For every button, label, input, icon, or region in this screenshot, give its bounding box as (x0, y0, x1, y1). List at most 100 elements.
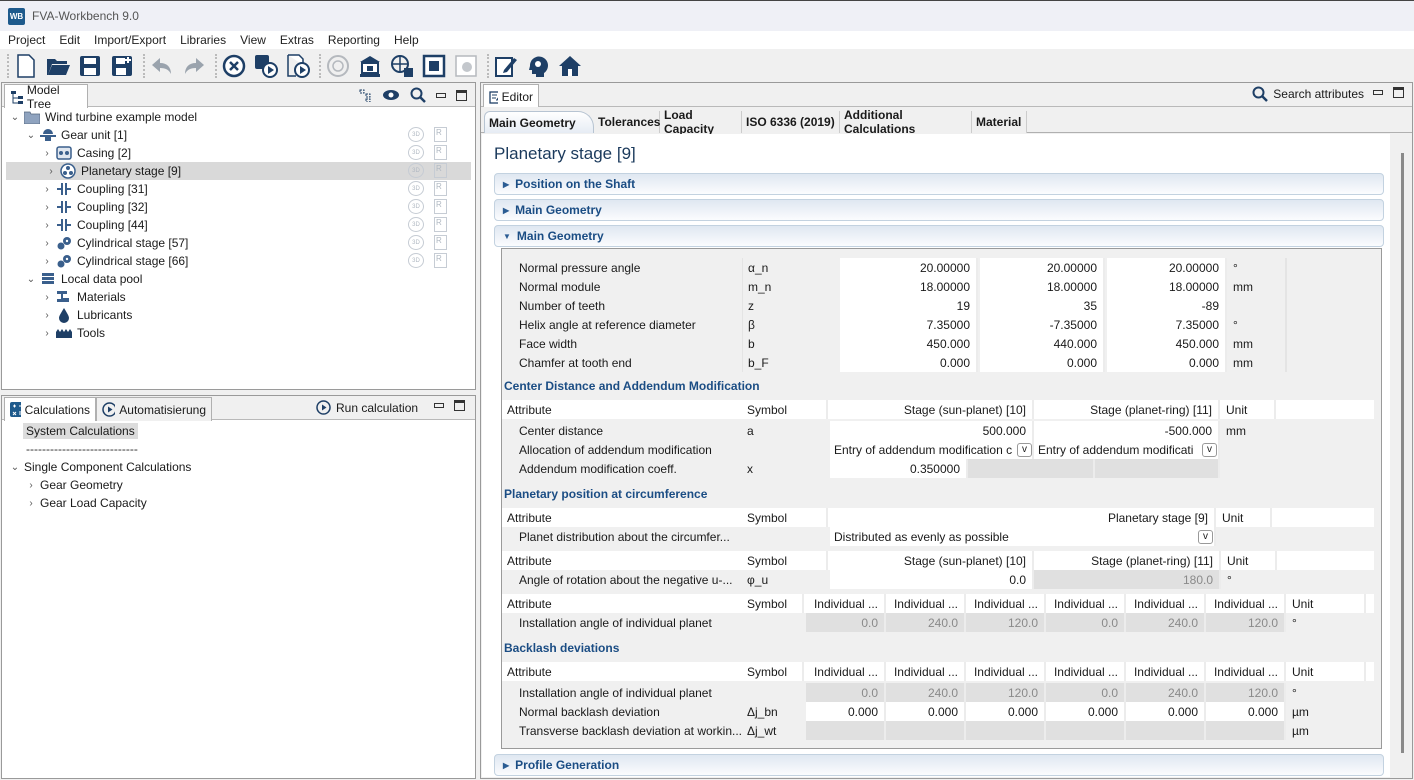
report-icon[interactable]: R (434, 253, 447, 268)
chevron-right-icon[interactable]: › (41, 310, 53, 321)
cancel-icon[interactable] (220, 52, 248, 80)
tree-item-root[interactable]: ⌄ Wind turbine example model (2, 108, 475, 126)
geometry-value-input[interactable]: 20.00000 (980, 258, 1105, 277)
run-calculation-button[interactable]: Run calculation (316, 400, 418, 415)
maximize-button[interactable] (456, 89, 467, 101)
report-run-icon[interactable] (284, 52, 312, 80)
chevron-down-icon[interactable]: ⌄ (25, 130, 37, 141)
maximize-button[interactable] (1393, 87, 1404, 98)
chevron-right-icon[interactable]: › (41, 184, 53, 195)
minimize-button[interactable] (434, 403, 444, 408)
bearing-icon[interactable] (324, 52, 352, 80)
menu-libraries[interactable]: Libraries (180, 33, 226, 47)
gear-variant-icon[interactable] (452, 52, 480, 80)
report-icon[interactable]: R (434, 235, 447, 250)
report-icon[interactable]: R (434, 145, 447, 160)
geometry-value-input[interactable]: 18.00000 (840, 277, 978, 296)
tab-load-capacity[interactable]: Load Capacity (660, 108, 742, 136)
3d-view-icon[interactable]: 3D (408, 217, 424, 232)
geometry-value-input[interactable]: 35 (980, 296, 1105, 315)
3d-view-icon[interactable]: 3D (408, 127, 424, 142)
menu-help[interactable]: Help (394, 33, 419, 47)
geometry-value-input[interactable]: 20.00000 (840, 258, 978, 277)
chevron-right-icon[interactable]: › (41, 238, 53, 249)
section-main-geometry-collapsed[interactable]: ▶ Main Geometry (494, 199, 1384, 221)
tree-item-coupling[interactable]: › Coupling [44] 3D R (2, 216, 475, 234)
dropdown-icon[interactable]: v (1198, 529, 1213, 544)
chevron-right-icon[interactable]: › (41, 256, 53, 267)
geometry-value-input[interactable]: 18.00000 (980, 277, 1105, 296)
rotation-sun-planet-input[interactable]: 0.0 (830, 570, 1034, 589)
chevron-right-icon[interactable]: › (41, 202, 53, 213)
system-calculations-item[interactable]: System Calculations (23, 423, 138, 439)
normal-backlash-input[interactable]: 0.000 (966, 702, 1046, 721)
tree-item-cylindrical-stage[interactable]: › Cylindrical stage [57] 3D R (2, 234, 475, 252)
tab-tolerances[interactable]: Tolerances (594, 111, 660, 133)
tab-automatisierung[interactable]: Automatisierung (96, 397, 212, 421)
allocation-sun-planet-select[interactable]: Entry of addendum modification c v (830, 440, 1034, 459)
geometry-value-input[interactable]: 20.00000 (1107, 258, 1227, 277)
report-icon[interactable]: R (434, 217, 447, 232)
tree-item-materials[interactable]: › Materials (2, 288, 475, 306)
tab-additional-calculations[interactable]: Additional Calculations (840, 108, 972, 136)
center-distance-planet-ring-input[interactable]: -500.000 (1034, 421, 1220, 440)
save-as-icon[interactable] (108, 52, 136, 80)
geometry-value-input[interactable]: 0.000 (980, 353, 1105, 372)
minimize-button[interactable] (1373, 90, 1383, 95)
planet-distribution-select[interactable]: Distributed as evenly as possible v (830, 527, 1216, 546)
tree-item-local-data-pool[interactable]: ⌄ Local data pool (2, 270, 475, 288)
menu-reporting[interactable]: Reporting (328, 33, 380, 47)
normal-backlash-input[interactable]: 0.000 (886, 702, 966, 721)
edit-clipboard-icon[interactable] (492, 52, 520, 80)
calculator-run-icon[interactable] (252, 52, 280, 80)
chevron-right-icon[interactable]: › (25, 498, 37, 509)
menu-edit[interactable]: Edit (59, 33, 80, 47)
home-icon[interactable] (556, 52, 584, 80)
geometry-value-input[interactable]: 440.000 (980, 334, 1105, 353)
report-icon[interactable]: R (434, 181, 447, 196)
hierarchy-icon[interactable] (358, 88, 372, 102)
geometry-value-input[interactable]: 18.00000 (1107, 277, 1227, 296)
normal-backlash-input[interactable]: 0.000 (806, 702, 886, 721)
single-component-calculations[interactable]: ⌄ Single Component Calculations (2, 458, 475, 476)
geometry-value-input[interactable]: 7.35000 (840, 315, 978, 334)
section-profile-generation[interactable]: ▶ Profile Generation (494, 754, 1384, 776)
normal-backlash-input[interactable]: 0.000 (1046, 702, 1126, 721)
3d-view-icon[interactable]: 3D (408, 235, 424, 250)
tab-editor[interactable]: Editor (483, 84, 539, 108)
normal-backlash-input[interactable]: 0.000 (1206, 702, 1286, 721)
chevron-right-icon[interactable]: › (41, 328, 53, 339)
minimize-button[interactable] (436, 92, 446, 98)
geometry-value-input[interactable]: -7.35000 (980, 315, 1105, 334)
dropdown-icon[interactable]: v (1017, 442, 1032, 457)
report-icon[interactable]: R (434, 199, 447, 214)
blueprint-icon[interactable] (420, 52, 448, 80)
tab-model-tree[interactable]: Model Tree (4, 83, 88, 111)
globe-database-icon[interactable] (388, 52, 416, 80)
open-folder-icon[interactable] (44, 52, 72, 80)
ai-head-icon[interactable] (524, 52, 552, 80)
section-main-geometry-expanded[interactable]: ▼ Main Geometry (494, 225, 1384, 247)
menu-view[interactable]: View (240, 33, 266, 47)
calc-item-gear-load-capacity[interactable]: › Gear Load Capacity (2, 494, 475, 512)
tab-material[interactable]: Material (972, 111, 1027, 133)
menu-extras[interactable]: Extras (280, 33, 314, 47)
tab-iso-6336[interactable]: ISO 6336 (2019) (742, 111, 840, 133)
geometry-value-input[interactable]: 450.000 (1107, 334, 1227, 353)
tab-calculations[interactable]: Calculations (4, 397, 96, 421)
geometry-value-input[interactable]: 19 (840, 296, 978, 315)
chevron-down-icon[interactable]: ⌄ (9, 462, 21, 473)
search-attributes-button[interactable]: Search attributes (1252, 86, 1364, 102)
3d-view-icon[interactable]: 3D (408, 199, 424, 214)
chevron-right-icon[interactable]: › (41, 292, 53, 303)
center-distance-sun-planet-input[interactable]: 500.000 (830, 421, 1034, 440)
3d-view-icon[interactable]: 3D (408, 253, 424, 268)
menu-project[interactable]: Project (8, 33, 45, 47)
3d-view-icon[interactable]: 3D (408, 145, 424, 160)
dropdown-icon[interactable]: v (1202, 442, 1217, 457)
tree-item-gear-unit[interactable]: ⌄ Gear unit [1] 3D R (2, 126, 475, 144)
chevron-right-icon[interactable]: › (45, 166, 57, 177)
geometry-value-input[interactable]: -89 (1107, 296, 1227, 315)
tree-item-planetary-stage[interactable]: › Planetary stage [9] 3D R (6, 162, 471, 180)
chevron-down-icon[interactable]: ⌄ (9, 112, 21, 123)
